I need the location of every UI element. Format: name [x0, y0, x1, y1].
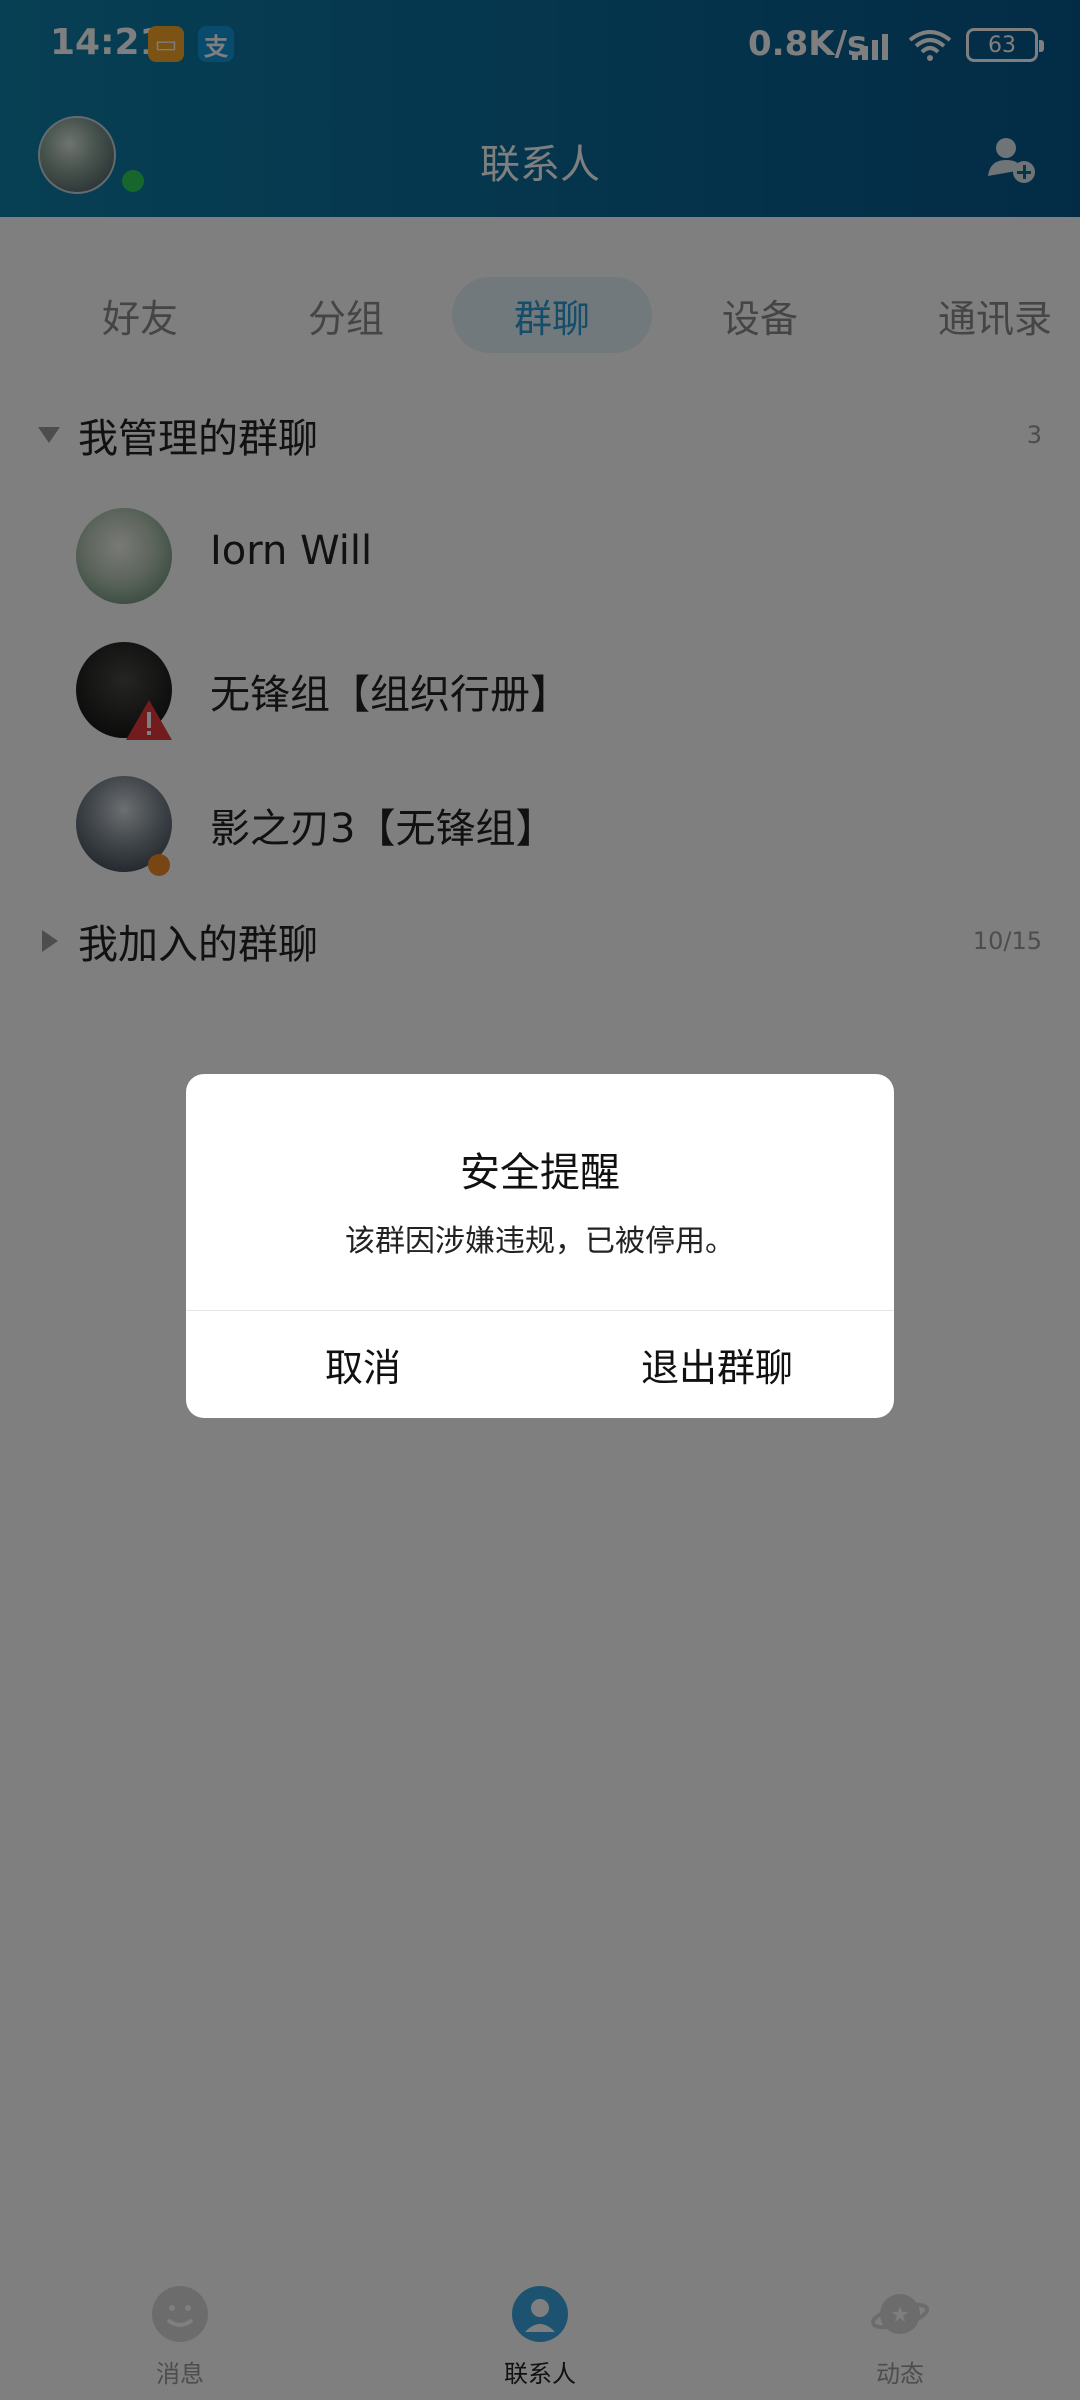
exit-group-button[interactable]: 退出群聊 — [540, 1311, 894, 1418]
cancel-button[interactable]: 取消 — [186, 1311, 540, 1418]
dialog-message: 该群因涉嫌违规，已被停用。 — [345, 1224, 735, 1259]
security-alert-dialog: 安全提醒 该群因涉嫌违规，已被停用。 取消 退出群聊 — [186, 1074, 894, 1418]
dialog-title: 安全提醒 — [460, 1150, 620, 1196]
